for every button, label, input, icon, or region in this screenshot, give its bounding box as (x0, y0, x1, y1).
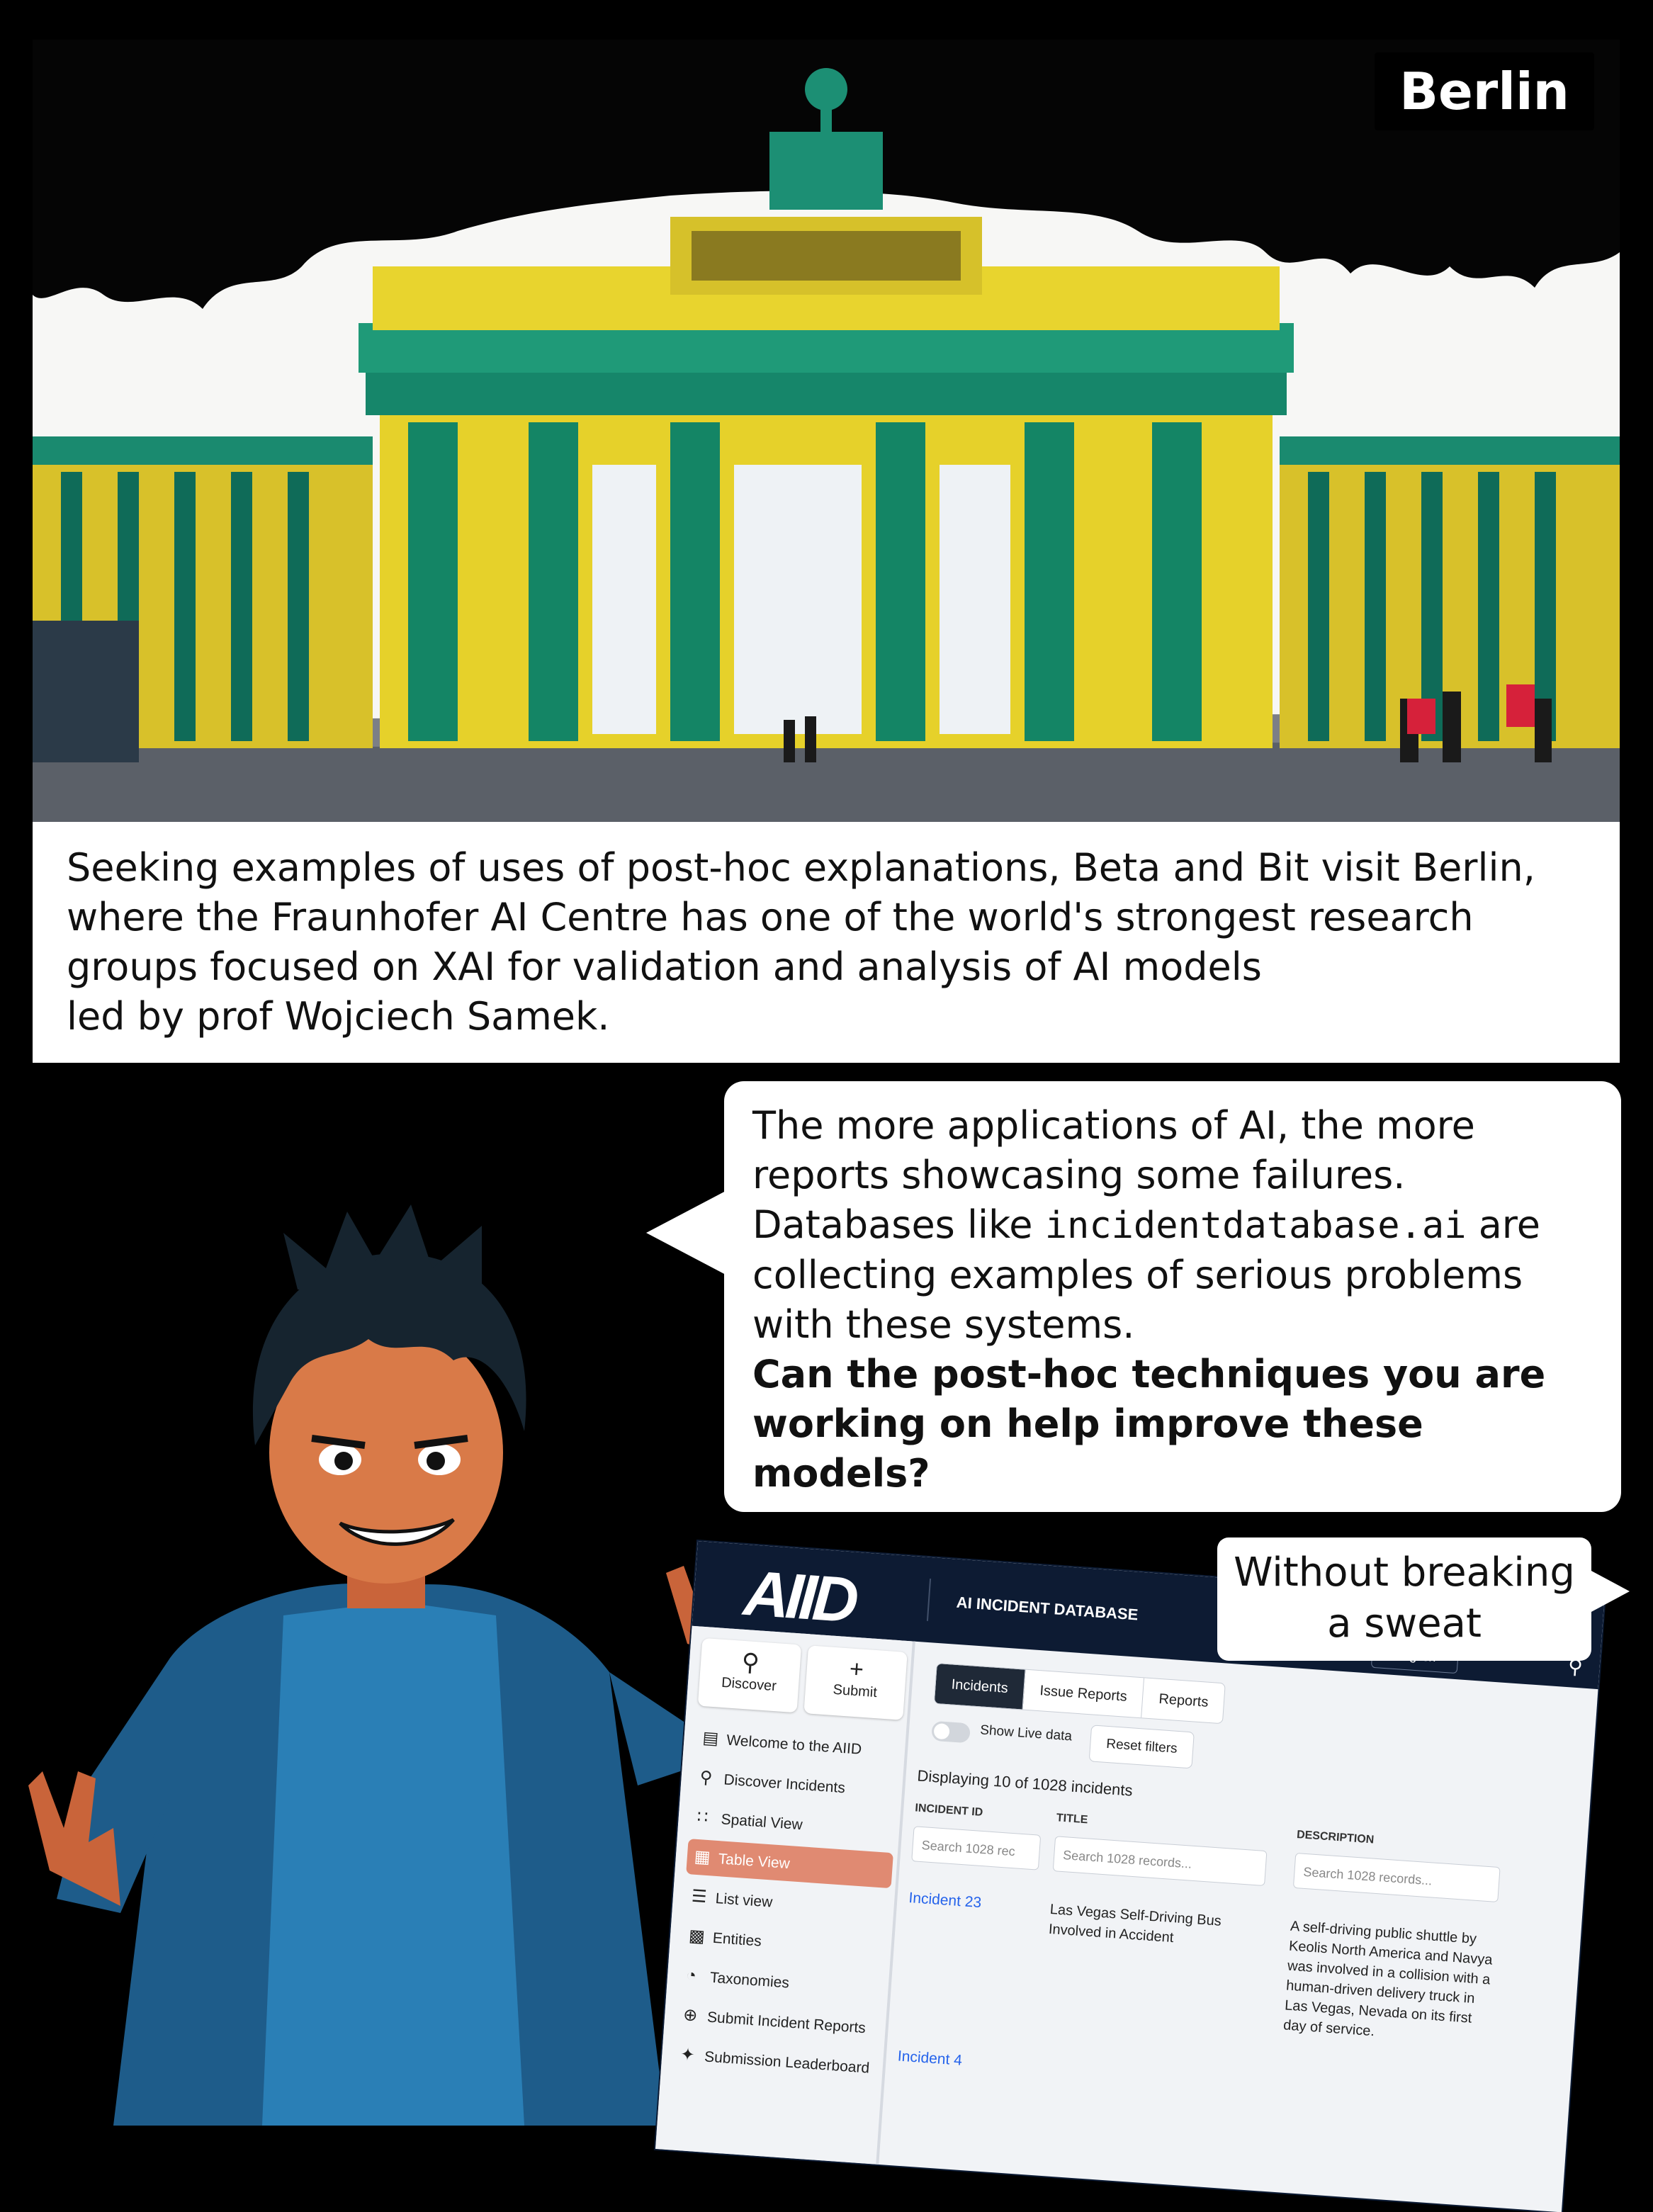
discover-label: Discover (721, 1674, 777, 1695)
sidebar-item-label: Spatial View (720, 1811, 803, 1834)
incident-id-filter-input[interactable]: Search 1028 rec (911, 1826, 1042, 1870)
bubble-line-with-url: Databases like incidentdatabase.ai are (752, 1200, 1593, 1251)
aiid-sidebar: ⚲ Discover + Submit ▤ Welcome to the AIID… (655, 1625, 915, 2165)
column-header[interactable]: Description (1296, 1829, 1502, 1856)
bubble-text: are (1466, 1202, 1541, 1247)
tab-issue-reports[interactable]: Issue Reports (1022, 1669, 1145, 1718)
sidebar-item-label: Welcome to the AIID (726, 1732, 862, 1758)
sidebar-item-label: Entities (712, 1929, 762, 1950)
live-data-toggle[interactable] (931, 1720, 971, 1744)
incident-link[interactable]: Incident 23 (908, 1890, 1037, 1915)
aiid-main-content: Incidents Issue Reports Reports Show Liv… (876, 1641, 1598, 2212)
table-icon: ▦ (693, 1846, 711, 1868)
sidebar-item-label: Submission Leaderboard (704, 2048, 870, 2077)
title-filter-input[interactable]: Search 1028 records... (1052, 1836, 1268, 1886)
database-url: incidentdatabase.ai (1044, 1204, 1467, 1247)
caption-line: Seeking examples of uses of post-hoc exp… (67, 845, 1535, 890)
caption-line: led by prof Wojciech Samek. (67, 994, 610, 1039)
bubble-line: collecting examples of serious problems (752, 1253, 1523, 1297)
results-count: Displaying 10 of 1028 incidents (916, 1766, 1134, 1800)
description-filter-input[interactable]: Search 1028 records... (1292, 1852, 1501, 1903)
caption-line: where the Fraunhofer AI Centre has one o… (67, 895, 1474, 939)
bubble-question: Can the post-hoc techniques you are (752, 1352, 1546, 1396)
plus-circle-icon: ⊕ (682, 2005, 699, 2026)
incident-description: A self-driving public shuttle by Keolis … (1282, 1918, 1494, 2040)
brandenburg-gate-illustration: Berlin (33, 40, 1620, 822)
live-data-label: Show Live data (979, 1722, 1073, 1744)
list-icon: ☰ (691, 1886, 708, 1907)
incident-title: Las Vegas Self-Driving Bus Involved in A… (1048, 1901, 1222, 1946)
bubble-line: a sweat (1327, 1601, 1482, 1647)
building-icon: ▩ (688, 1926, 706, 1947)
sidebar-item-label: Submit Incident Reports (706, 2009, 867, 2037)
bubble-line: Without breaking (1234, 1550, 1575, 1596)
brandenburg-gate-drawing (33, 40, 1620, 822)
column-header[interactable]: Title (1056, 1812, 1269, 1839)
column-title: Title Search 1028 records... Las Vegas S… (1048, 1812, 1269, 1953)
door-icon: ▤ (701, 1728, 720, 1749)
sidebar-item-label: Discover Incidents (723, 1771, 846, 1797)
bubble-question: models? (752, 1451, 930, 1496)
sidebar-item-label: List view (715, 1890, 774, 1911)
sidebar-item-label: Taxonomies (709, 1969, 790, 1992)
tab-bar: Incidents Issue Reports Reports (933, 1662, 1226, 1725)
header-divider (926, 1578, 932, 1621)
plus-icon: + (848, 1655, 865, 1683)
discover-button[interactable]: ⚲ Discover (697, 1637, 802, 1713)
medal-icon: ✦ (679, 2045, 696, 2065)
character-illustration (28, 1204, 758, 2126)
bubble-line: The more applications of AI, the more (752, 1103, 1475, 1148)
reset-filters-button[interactable]: Reset filters (1088, 1725, 1195, 1769)
caption-box: Seeking examples of uses of post-hoc exp… (33, 822, 1620, 1063)
bubble-question: working on help improve these (752, 1401, 1423, 1446)
column-header[interactable]: Incident ID (915, 1802, 1043, 1824)
submit-label: Submit (832, 1681, 878, 1701)
city-label: Berlin (1375, 52, 1594, 130)
dots-icon: ∷ (696, 1807, 709, 1827)
pie-icon: ◔ (685, 1965, 697, 1986)
sidebar-item-label: Table View (717, 1851, 791, 1873)
search-icon: ⚲ (740, 1648, 760, 1677)
speech-bubble: The more applications of AI, the more re… (724, 1081, 1621, 1512)
submit-button[interactable]: + Submit (803, 1645, 908, 1720)
aiid-logo[interactable]: AIID (741, 1557, 857, 1638)
column-incident-id: Incident ID Search 1028 rec Incident 23 … (897, 1802, 1043, 2074)
bubble-line: reports showcasing some failures. (752, 1153, 1406, 1197)
small-speech-bubble: Without breaking a sweat (1217, 1537, 1591, 1661)
search-icon: ⚲ (699, 1768, 713, 1788)
bubble-line: with these systems. (752, 1302, 1135, 1347)
bubble-text: Databases like (752, 1202, 1045, 1247)
site-name: AI INCIDENT DATABASE (956, 1593, 1139, 1624)
small-bubble-tail (1590, 1570, 1630, 1613)
caption-line: groups focused on XAI for validation and… (67, 944, 1262, 989)
incident-link[interactable]: Incident 4 (897, 2048, 1025, 2073)
speech-bubble-tail (646, 1190, 727, 1275)
column-description: Description Search 1028 records... A sel… (1282, 1829, 1502, 2050)
tab-reports[interactable]: Reports (1142, 1678, 1226, 1723)
tab-incidents[interactable]: Incidents (934, 1663, 1026, 1710)
